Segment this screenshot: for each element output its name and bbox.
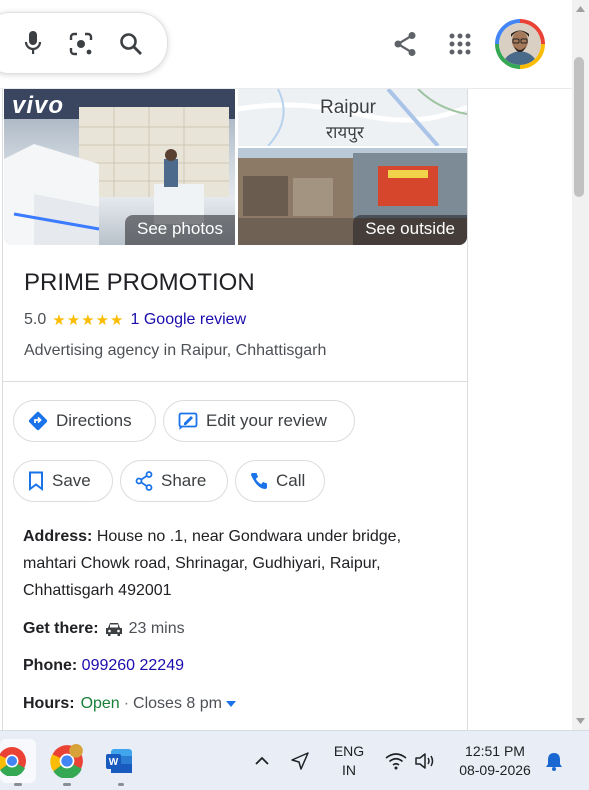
photos-thumbnail[interactable]: vivo See photos (4, 89, 235, 245)
share-label: Share (161, 471, 207, 490)
share-button[interactable]: Share (120, 460, 228, 502)
map-label-english: Raipur (320, 97, 376, 118)
voice-search-icon[interactable] (20, 29, 46, 57)
directions-button[interactable]: Directions (13, 400, 156, 442)
edit-review-icon (178, 412, 198, 430)
knowledge-panel: vivo See photos Raipur रायपुर See outsid… (2, 89, 468, 730)
hours-separator: · (123, 695, 130, 712)
taskbar: W ENG IN 12:51 PM 08-09-2026 (0, 730, 589, 790)
search-icon[interactable] (117, 30, 145, 58)
language-code: ENG (333, 743, 365, 759)
scroll-down-arrow-icon[interactable] (572, 714, 589, 728)
chrome-icon[interactable] (50, 744, 84, 778)
reviews-link[interactable]: 1 Google review (131, 311, 247, 329)
lens-search-icon[interactable] (67, 30, 95, 58)
save-button[interactable]: Save (13, 460, 113, 502)
app-running-indicator (118, 783, 124, 786)
phone-icon (251, 473, 267, 489)
hours-label: Hours: (23, 695, 75, 712)
clock-time: 12:51 PM (465, 743, 525, 759)
edit-review-label: Edit your review (206, 411, 327, 430)
address-line-1: House no .1, near Gondwara under bridge, (96, 528, 402, 545)
app-running-indicator (63, 783, 71, 786)
browser-page: vivo See photos Raipur रायपुर See outsid… (0, 0, 572, 730)
edit-review-button[interactable]: Edit your review (163, 400, 355, 442)
wifi-icon[interactable] (385, 752, 407, 770)
scroll-up-arrow-icon[interactable] (572, 2, 589, 16)
apps-grid-icon[interactable] (446, 30, 474, 58)
phone-link[interactable]: 099260 22249 (82, 657, 184, 674)
chevron-up-icon[interactable] (254, 755, 270, 767)
panel-divider (3, 381, 467, 382)
svg-text:W: W (109, 757, 119, 768)
location-arrow-icon[interactable] (289, 750, 311, 772)
brand-sign-text: vivo (12, 92, 65, 119)
bookmark-icon (29, 471, 43, 491)
business-category: Advertising agency in Raipur, Chhattisga… (24, 342, 327, 359)
get-there-value: 23 mins (128, 620, 185, 637)
street-view-thumbnail[interactable]: See outside (238, 148, 467, 245)
car-icon (105, 622, 122, 636)
map-thumbnail[interactable]: Raipur रायपुर (238, 89, 467, 146)
hours-row: Hours: Open · Closes 8 pm (23, 690, 237, 717)
map-label-hindi: रायपुर (326, 123, 364, 142)
business-name: PRIME PROMOTION (24, 269, 255, 296)
see-outside-label[interactable]: See outside (353, 215, 467, 245)
chrome-profile-icon[interactable] (0, 746, 27, 776)
scrollbar-thumb[interactable] (574, 57, 584, 197)
address-block: Address: House no .1, near Gondwara unde… (23, 523, 401, 604)
share-icon[interactable] (391, 30, 419, 58)
rating-row: 5.0 ★★★★★ 1 Google review (24, 311, 246, 329)
app-running-indicator (14, 783, 22, 786)
rating-value: 5.0 (24, 311, 47, 328)
save-label: Save (52, 471, 91, 490)
call-label: Call (276, 471, 306, 490)
word-icon[interactable]: W (105, 746, 135, 776)
share-small-icon (135, 471, 153, 491)
call-button[interactable]: Call (235, 460, 325, 502)
get-there-row: Get there: 23 mins (23, 615, 185, 642)
hours-closes[interactable]: Closes 8 pm (133, 690, 222, 717)
volume-icon[interactable] (414, 752, 436, 770)
phone-row: Phone: 099260 22249 (23, 652, 184, 679)
clock[interactable]: 12:51 PM 08-09-2026 (452, 742, 538, 780)
see-photos-label[interactable]: See photos (124, 215, 235, 245)
address-line-2: mahtari Chowk road, Shrinagar, Gudhiyari… (23, 555, 381, 572)
hours-dropdown-icon[interactable] (225, 700, 237, 708)
address-line-3: Chhattisgarh 492001 (23, 582, 172, 599)
directions-icon (28, 411, 48, 431)
account-avatar[interactable] (495, 19, 545, 69)
region-code: IN (342, 762, 356, 778)
hours-open-status: Open (80, 695, 120, 712)
clock-date: 08-09-2026 (459, 762, 531, 778)
get-there-label: Get there: (23, 620, 99, 637)
language-indicator[interactable]: ENG IN (330, 742, 368, 780)
notification-bell-icon[interactable] (545, 751, 563, 771)
phone-label: Phone: (23, 657, 78, 674)
rating-stars: ★★★★★ (52, 312, 125, 329)
address-label: Address: (23, 528, 93, 545)
directions-label: Directions (56, 411, 132, 430)
